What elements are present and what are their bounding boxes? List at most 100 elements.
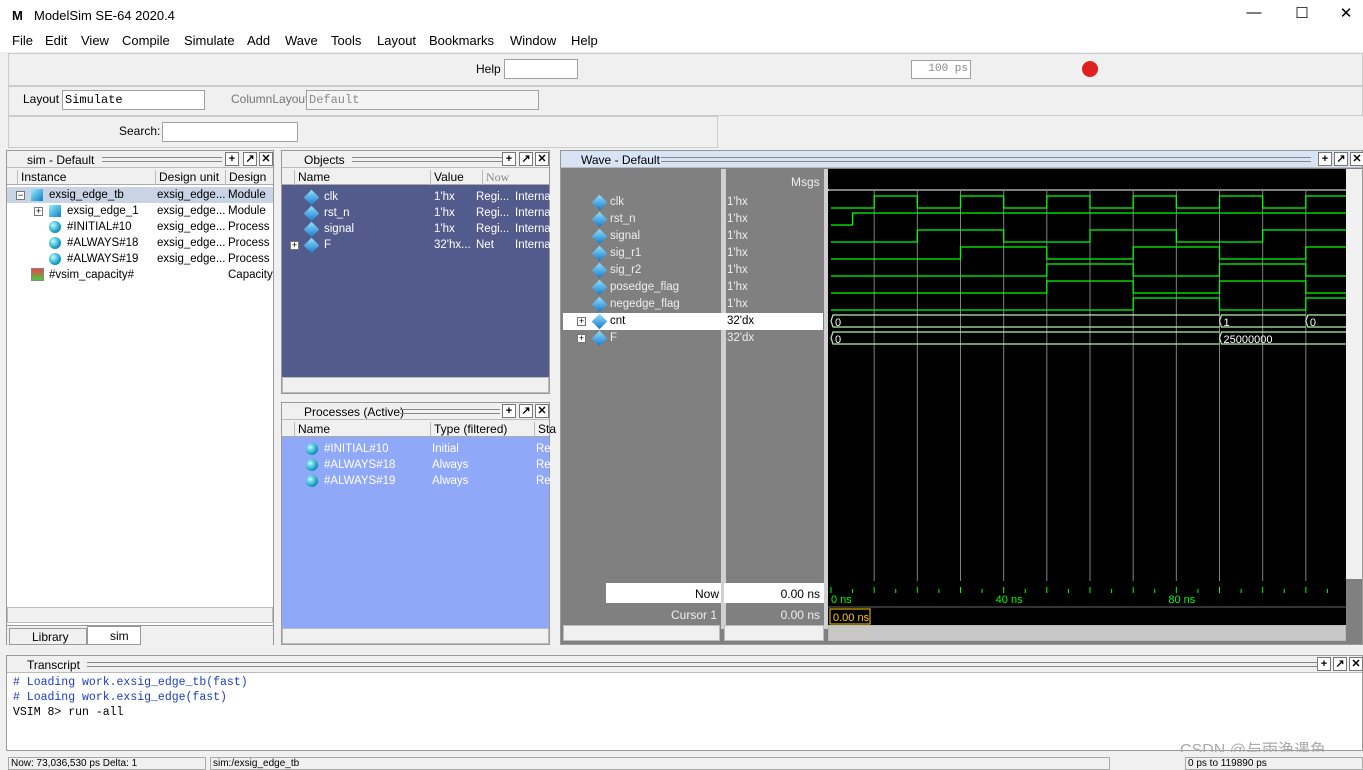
menu-wave[interactable]: Wave <box>285 33 318 48</box>
wave-signal-row[interactable]: + F 32'dx <box>563 330 823 347</box>
close-panel-button[interactable]: ✕ <box>1349 657 1363 671</box>
wave-signal-row[interactable]: sig_r1 1'hx <box>563 245 823 262</box>
run-length-input[interactable]: 100 ps <box>911 60 971 79</box>
wave-signal-value: 1'hx <box>727 247 748 259</box>
menu-bookmarks[interactable]: Bookmarks <box>429 33 494 48</box>
instance-row[interactable]: − exsig_edge_tb exsig_edge... Module <box>7 187 273 203</box>
instance-row[interactable]: #ALWAYS#18 exsig_edge... Process <box>7 235 273 251</box>
tab-sim[interactable]: sim <box>87 626 141 645</box>
wave-signal-row[interactable]: posedge_flag 1'hx <box>563 279 823 296</box>
instance-row[interactable]: #vsim_capacity# Capacity <box>7 267 273 283</box>
time-label: 0 ns <box>831 594 852 606</box>
expand-toggle[interactable]: + <box>34 207 43 216</box>
names-hscrollbar[interactable] <box>563 625 720 641</box>
waveform-canvas[interactable]: 0 1 0 0 25000000 <box>828 191 1346 581</box>
undock-button[interactable]: ↗ <box>519 404 533 418</box>
time-ruler[interactable]: 0 ns 40 ns 80 ns 0.00 ns <box>828 581 1346 625</box>
col-instance[interactable]: Instance <box>17 170 66 185</box>
undock-button[interactable]: ↗ <box>519 152 533 166</box>
cursor-marker-label: 0.00 ns <box>833 612 870 624</box>
menu-add[interactable]: Add <box>247 33 270 48</box>
wave-signal-row[interactable]: + cnt 32'dx <box>563 313 823 330</box>
object-row[interactable]: rst_n 1'hx Regi... Interna <box>282 205 551 222</box>
process-icon <box>306 475 318 487</box>
object-mode: Interna <box>515 191 551 203</box>
tab-library[interactable]: Library <box>9 628 87 645</box>
wave-signal-value: 1'hx <box>727 298 748 310</box>
object-name: signal <box>324 223 355 235</box>
objects-hscrollbar[interactable] <box>282 377 549 393</box>
processes-hscrollbar[interactable] <box>282 628 549 644</box>
undock-button[interactable]: ↗ <box>1333 657 1347 671</box>
instance-row[interactable]: + exsig_edge_1 exsig_edge... Module <box>7 203 273 219</box>
maximize-button[interactable]: ☐ <box>1282 4 1322 26</box>
close-button[interactable]: ✕ <box>1326 4 1363 26</box>
status-context: sim:/exsig_edge_tb <box>210 757 1110 770</box>
menu-file[interactable]: File <box>12 33 33 48</box>
undock-button[interactable]: ↗ <box>243 152 257 166</box>
wave-signal-row[interactable]: sig_r2 1'hx <box>563 262 823 279</box>
process-row[interactable]: #ALWAYS#19 Always Re <box>282 473 551 489</box>
close-panel-button[interactable]: ✕ <box>259 152 273 166</box>
values-hscrollbar[interactable] <box>724 625 824 641</box>
menu-simulate[interactable]: Simulate <box>184 33 235 48</box>
wave-signal-row[interactable]: negedge_flag 1'hx <box>563 296 823 313</box>
instance-name: #ALWAYS#19 <box>67 253 139 265</box>
wave-signal-row[interactable]: rst_n 1'hx <box>563 211 823 228</box>
cursor-label[interactable]: Cursor 1 <box>606 604 721 624</box>
process-row[interactable]: #INITIAL#10 Initial Re <box>282 441 551 457</box>
instance-row[interactable]: #ALWAYS#19 exsig_edge... Process <box>7 251 273 267</box>
transcript-console[interactable]: # Loading work.exsig_edge_tb(fast) # Loa… <box>7 673 1362 722</box>
help-search-input[interactable] <box>504 59 578 79</box>
transcript-line: # Loading work.exsig_edge_tb(fast) <box>13 676 248 689</box>
now-button[interactable]: Now <box>482 170 509 185</box>
object-row[interactable]: clk 1'hx Regi... Interna <box>282 189 551 206</box>
search-input[interactable] <box>162 122 298 142</box>
col-state[interactable]: Sta <box>534 422 556 437</box>
dock-button[interactable]: + <box>1317 657 1331 671</box>
time-label: 40 ns <box>996 594 1023 606</box>
col-design-type[interactable]: Design ur <box>225 170 273 198</box>
undock-button[interactable]: ↗ <box>1334 152 1348 166</box>
expand-toggle[interactable]: − <box>16 191 25 200</box>
column-layout-select[interactable]: Default <box>306 90 539 110</box>
wave-signal-row[interactable]: clk 1'hx <box>563 194 823 211</box>
col-value[interactable]: Value <box>430 170 464 185</box>
col-name[interactable]: Name <box>294 170 330 185</box>
dock-button[interactable]: + <box>1318 152 1332 166</box>
sim-panel-header: sim - Default + ↗ ✕ <box>7 151 273 168</box>
wave-vscrollbar[interactable] <box>1346 169 1362 579</box>
minimize-button[interactable]: — <box>1234 4 1274 26</box>
menu-tools[interactable]: Tools <box>331 33 361 48</box>
wave-signal-row[interactable]: signal 1'hx <box>563 228 823 245</box>
process-row[interactable]: #ALWAYS#18 Always Re <box>282 457 551 473</box>
expand-toggle[interactable]: + <box>577 334 586 343</box>
dock-button[interactable]: + <box>502 152 516 166</box>
instance-row[interactable]: #INITIAL#10 exsig_edge... Process <box>7 219 273 235</box>
expand-toggle[interactable]: + <box>577 317 586 326</box>
col-name[interactable]: Name <box>294 422 330 437</box>
menu-window[interactable]: Window <box>510 33 556 48</box>
layout-select[interactable]: Simulate <box>62 90 205 110</box>
close-panel-button[interactable]: ✕ <box>535 152 549 166</box>
menu-view[interactable]: View <box>81 33 109 48</box>
col-design-unit[interactable]: Design unit <box>155 170 219 185</box>
object-row[interactable]: signal 1'hx Regi... Interna <box>282 221 551 238</box>
wave-hscrollbar[interactable] <box>828 625 1346 641</box>
menu-edit[interactable]: Edit <box>45 33 67 48</box>
close-panel-button[interactable]: ✕ <box>1350 152 1363 166</box>
menu-help[interactable]: Help <box>571 33 598 48</box>
menu-layout[interactable]: Layout <box>377 33 416 48</box>
dock-button[interactable]: + <box>502 404 516 418</box>
object-value: 1'hx <box>434 223 455 235</box>
object-row[interactable]: + F 32'hx... Net Interna <box>282 237 551 254</box>
sim-hscrollbar[interactable] <box>7 607 273 623</box>
menu-compile[interactable]: Compile <box>122 33 170 48</box>
col-type[interactable]: Type (filtered) <box>430 422 507 437</box>
stop-icon[interactable] <box>1082 61 1098 77</box>
close-panel-button[interactable]: ✕ <box>535 404 549 418</box>
expand-toggle[interactable]: + <box>290 241 299 250</box>
bus-value-F: 25000000 <box>1224 334 1273 346</box>
objects-panel-title: Objects <box>304 153 345 167</box>
dock-button[interactable]: + <box>225 152 239 166</box>
